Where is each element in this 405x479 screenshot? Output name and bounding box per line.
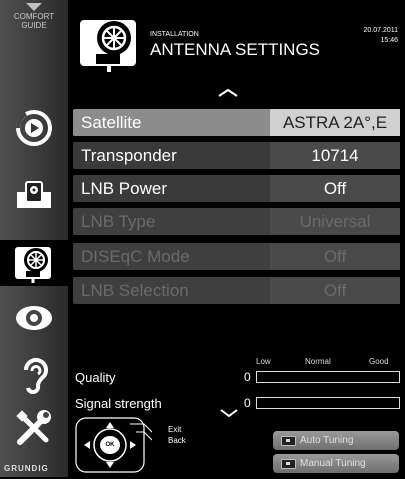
ear-icon[interactable] xyxy=(14,354,54,395)
scale-normal-label: Normal xyxy=(305,357,331,366)
menu-row-lnb-selection: LNB Selection Off xyxy=(73,277,400,304)
quality-value: 0 xyxy=(244,370,251,384)
remote-key-icon xyxy=(281,459,296,469)
menu-row-label: Transponder xyxy=(81,146,177,165)
brand-logo: GRUNDIG xyxy=(4,464,49,473)
exit-label[interactable]: Exit xyxy=(168,425,181,434)
remote-key-icon xyxy=(281,436,296,446)
sidebar: COMFORT GUIDE GRUNDIG xyxy=(0,0,70,477)
signal-strength-label: Signal strength xyxy=(75,396,162,411)
menu-row-value: Off xyxy=(270,243,400,270)
menu-row-value[interactable]: 10714 xyxy=(270,142,400,169)
eye-icon[interactable] xyxy=(14,298,54,338)
manual-tuning-label: Manual Tuning xyxy=(300,458,366,469)
menu-row-transponder[interactable]: Transponder 10714 xyxy=(73,142,400,169)
scroll-down-icon[interactable] xyxy=(219,408,239,418)
menu-row-label: LNB Selection xyxy=(81,281,189,300)
signal-strength-bar xyxy=(256,397,400,409)
signal-strength-value: 0 xyxy=(244,396,251,410)
scroll-up-icon[interactable] xyxy=(217,88,239,98)
menu-row-label: LNB Type xyxy=(81,212,156,231)
play-circle-icon[interactable] xyxy=(14,108,54,148)
menu-row-value: Universal xyxy=(270,208,400,235)
navigation-pad: OK xyxy=(72,412,153,474)
menu-row-lnb-power[interactable]: LNB Power Off xyxy=(73,175,400,202)
comfort-guide-arrow-icon xyxy=(26,3,42,11)
auto-tuning-label: Auto Tuning xyxy=(300,435,354,446)
ok-button[interactable]: OK xyxy=(100,436,120,454)
scale-good-label: Good xyxy=(369,357,389,366)
menu-row-value[interactable]: Off xyxy=(270,175,400,202)
comfort-guide-label[interactable]: COMFORT GUIDE xyxy=(0,12,68,30)
quality-label: Quality xyxy=(75,370,116,385)
back-label[interactable]: Back xyxy=(168,436,186,445)
quality-bar xyxy=(256,371,400,383)
satellite-dish-icon[interactable] xyxy=(14,243,54,283)
source-icon[interactable] xyxy=(14,176,54,216)
date-text: 20.07.2011 xyxy=(363,27,398,34)
menu-row-label: LNB Power xyxy=(81,179,167,198)
menu-row-label: DISEqC Mode xyxy=(81,247,190,266)
menu-row-value[interactable]: ASTRA 2A°,E xyxy=(270,109,400,136)
menu-row-label: Satellite xyxy=(81,113,142,132)
menu-row-value: Off xyxy=(270,277,400,304)
auto-tuning-button[interactable]: Auto Tuning xyxy=(273,431,399,450)
menu-row-diseqc-mode: DISEqC Mode Off xyxy=(73,243,400,270)
menu-row-lnb-type: LNB Type Universal xyxy=(73,208,400,235)
section-subtitle: INSTALLATION xyxy=(150,31,199,38)
time-text: 15:46 xyxy=(380,37,398,44)
scale-low-label: Low xyxy=(256,357,271,366)
antenna-settings-title-icon xyxy=(78,16,144,72)
menu-row-satellite[interactable]: Satellite ASTRA 2A°,E xyxy=(73,109,400,136)
date-time: 20.07.2011 15:46 xyxy=(363,26,398,46)
tools-icon[interactable] xyxy=(14,408,54,448)
page-title: ANTENNA SETTINGS xyxy=(150,40,321,59)
manual-tuning-button[interactable]: Manual Tuning xyxy=(273,454,399,473)
